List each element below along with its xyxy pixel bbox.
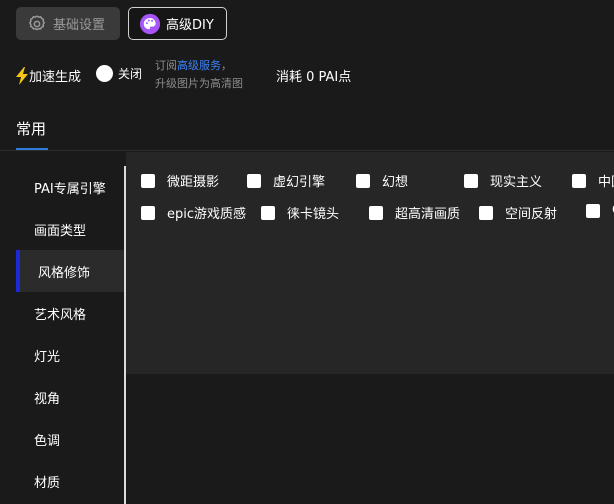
subscribe-prefix: 订阅 [155, 59, 177, 72]
basic-settings-button[interactable]: 基础设置 [16, 7, 120, 40]
style-options-panel: 微距摄影 虚幻引擎 幻想 现实主义 中国风 epic游戏质感 徕卡镜头 超高清画… [126, 152, 614, 374]
subscribe-suffix: ， [221, 59, 232, 72]
checkbox[interactable] [141, 173, 155, 188]
option-label: 空间反射 [505, 207, 558, 222]
speed-generation-label: 加速生成 [29, 70, 82, 85]
lightning-icon [16, 66, 29, 85]
sidebar-item-lighting[interactable]: 灯光 [16, 334, 124, 376]
toggle-knob[interactable] [96, 65, 113, 82]
sidebar-item-art-style[interactable]: 艺术风格 [16, 292, 124, 334]
option-ultra-hd[interactable]: 超高清画质 [369, 203, 460, 222]
sidebar-item-pai-engine[interactable]: PAI专属引擎 [16, 166, 124, 208]
option-leica-lens[interactable]: 徕卡镜头 [261, 203, 339, 222]
option-label: epic游戏质感 [167, 207, 247, 222]
sidebar-item-label: 艺术风格 [34, 307, 87, 323]
gear-icon [26, 13, 48, 35]
sidebar-item-image-type[interactable]: 画面类型 [16, 208, 124, 250]
sidebar-item-label: 风格修饰 [38, 265, 91, 281]
premium-service-link[interactable]: 高级服务 [177, 59, 221, 72]
option-fantasy[interactable]: 幻想 [356, 171, 408, 190]
category-sidebar: PAI专属引擎 画面类型 风格修饰 艺术风格 灯光 视角 色调 材质 [16, 166, 124, 502]
option-label: 超高清画质 [395, 207, 461, 222]
subscribe-note: 订阅高级服务， 升级图片为高清图 [155, 57, 243, 93]
advanced-diy-button[interactable]: 高级DIY [128, 7, 227, 40]
tab-common[interactable]: 常用 [16, 118, 46, 139]
sidebar-item-label: 材质 [34, 475, 61, 491]
tab-active-underline [16, 148, 48, 150]
basic-settings-label: 基础设置 [53, 18, 106, 33]
sidebar-item-label: 色调 [34, 433, 61, 449]
option-label: 中国风 [598, 175, 614, 190]
sidebar-item-label: 灯光 [34, 349, 61, 365]
sidebar-item-label: PAI专属引擎 [34, 181, 106, 197]
option-label: 微距摄影 [167, 175, 220, 190]
checkbox[interactable] [141, 205, 155, 220]
sidebar-item-tone[interactable]: 色调 [16, 418, 124, 460]
palette-icon [139, 13, 161, 35]
sidebar-item-style-modifier[interactable]: 风格修饰 [16, 250, 124, 292]
checkbox[interactable] [572, 173, 586, 188]
checkbox[interactable] [586, 203, 600, 218]
option-realism[interactable]: 现实主义 [464, 171, 542, 190]
sidebar-item-view-angle[interactable]: 视角 [16, 376, 124, 418]
sidebar-item-material[interactable]: 材质 [16, 460, 124, 502]
option-chinese-style[interactable]: 中国风 [572, 171, 614, 190]
pai-cost: 消耗 0 PAI点 [276, 70, 352, 85]
option-label: 虚幻引擎 [273, 175, 326, 190]
upgrade-text: 升级图片为高清图 [155, 77, 243, 90]
option-cg[interactable]: CG [586, 203, 614, 218]
option-label: 徕卡镜头 [287, 207, 340, 222]
checkbox[interactable] [247, 173, 261, 188]
option-space-reflection[interactable]: 空间反射 [479, 203, 557, 222]
checkbox[interactable] [479, 205, 493, 220]
option-label: 幻想 [382, 175, 409, 190]
checkbox[interactable] [356, 173, 370, 188]
speed-generation: 加速生成 [16, 66, 81, 85]
sidebar-item-label: 视角 [34, 391, 61, 407]
option-label: 现实主义 [490, 175, 543, 190]
option-macro-photography[interactable]: 微距摄影 [141, 171, 219, 190]
option-epic-game-texture[interactable]: epic游戏质感 [141, 203, 246, 222]
tab-divider [0, 150, 614, 151]
checkbox[interactable] [464, 173, 478, 188]
checkbox[interactable] [261, 205, 275, 220]
sidebar-item-label: 画面类型 [34, 223, 87, 239]
option-unreal-engine[interactable]: 虚幻引擎 [247, 171, 325, 190]
checkbox[interactable] [369, 205, 383, 220]
speed-toggle[interactable]: 关闭 [96, 65, 142, 82]
toggle-state-label: 关闭 [118, 67, 143, 81]
advanced-diy-label: 高级DIY [166, 18, 214, 33]
